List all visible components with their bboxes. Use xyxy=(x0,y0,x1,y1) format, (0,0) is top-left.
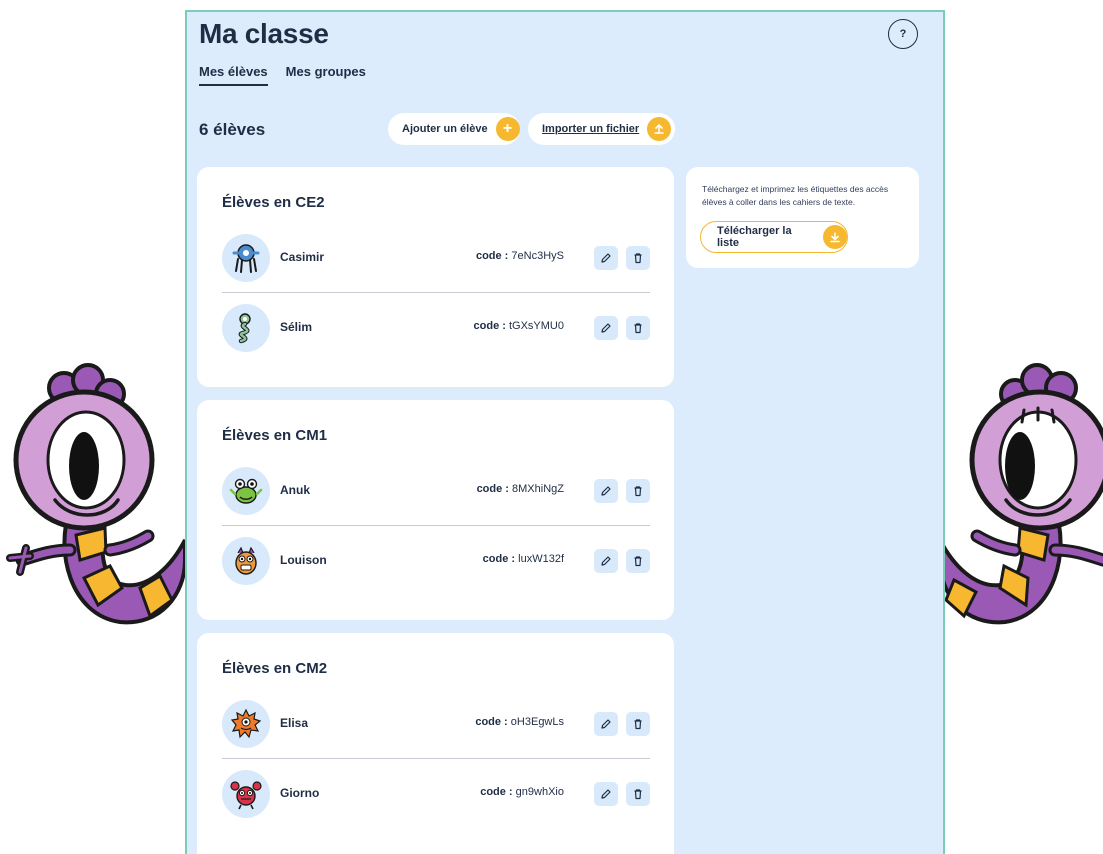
pencil-icon xyxy=(601,253,611,263)
group-title: Élèves en CM1 xyxy=(222,427,328,444)
trash-icon xyxy=(634,789,642,800)
student-code: code : tGXsYMU0 xyxy=(473,320,564,332)
delete-student-button[interactable] xyxy=(626,246,650,270)
edit-student-button[interactable] xyxy=(594,316,618,340)
mascot-left xyxy=(0,360,185,640)
delete-student-button[interactable] xyxy=(626,712,650,736)
pencil-icon xyxy=(601,719,611,729)
student-name: Louison xyxy=(280,553,327,567)
delete-student-button[interactable] xyxy=(626,479,650,503)
download-list-button[interactable]: Télécharger la liste xyxy=(700,221,848,253)
add-student-button[interactable]: Ajouter un élève + xyxy=(388,113,520,145)
pencil-icon xyxy=(601,486,611,496)
download-icon xyxy=(823,225,847,249)
download-instructions: Téléchargez et imprimez les étiquettes d… xyxy=(702,184,889,207)
group-card-cm2: Élèves en CM2 Elisa code : oH3EgwLs Gior… xyxy=(197,633,674,854)
pencil-icon xyxy=(601,556,611,566)
trash-icon xyxy=(634,486,642,497)
red-crab-monster-icon xyxy=(222,770,270,818)
edit-student-button[interactable] xyxy=(594,712,618,736)
blue-monster-icon xyxy=(222,234,270,282)
purple-monster-lashes-icon xyxy=(940,363,1103,625)
student-code: code : luxW132f xyxy=(482,553,564,565)
student-name: Anuk xyxy=(280,483,310,497)
delete-student-button[interactable] xyxy=(626,316,650,340)
student-row: Giorno code : gn9whXio xyxy=(222,761,650,829)
student-count: 6 élèves xyxy=(199,120,266,139)
student-row: Anuk code : 8MXhiNgZ xyxy=(222,458,650,526)
group-card-cm1: Élèves en CM1 Anuk code : 8MXhiNgZ Louis… xyxy=(197,400,674,620)
group-title: Élèves en CE2 xyxy=(222,194,325,211)
trash-icon xyxy=(634,253,642,264)
student-code: code : 7eNc3HyS xyxy=(475,250,564,262)
pencil-icon xyxy=(601,323,611,333)
green-snake-monster-icon xyxy=(222,304,270,352)
group-title: Élèves en CM2 xyxy=(222,660,328,677)
main-panel: Ma classe ? Mes élèves Mes groupes 6 élè… xyxy=(185,10,945,854)
group-card-ce2: Élèves en CE2 Casimir code : 7eNc3HyS Sé… xyxy=(197,167,674,387)
download-list-label: Télécharger la liste xyxy=(717,225,792,249)
student-name: Giorno xyxy=(280,786,320,800)
delete-student-button[interactable] xyxy=(626,549,650,573)
trash-icon xyxy=(634,556,642,567)
page-title: Ma classe xyxy=(199,18,329,49)
student-code: code : gn9whXio xyxy=(480,786,564,798)
import-file-button[interactable]: Importer un fichier xyxy=(528,113,675,145)
upload-icon xyxy=(647,117,672,141)
plus-icon: + xyxy=(495,117,520,141)
student-row: Elisa code : oH3EgwLs xyxy=(222,691,650,759)
edit-student-button[interactable] xyxy=(594,782,618,806)
edit-student-button[interactable] xyxy=(594,246,618,270)
student-name: Casimir xyxy=(280,250,325,264)
student-name: Sélim xyxy=(280,320,313,334)
student-code: code : 8MXhiNgZ xyxy=(476,483,564,495)
student-code: code : oH3EgwLs xyxy=(475,716,564,728)
edit-student-button[interactable] xyxy=(594,549,618,573)
tab-mes-groupes[interactable]: Mes groupes xyxy=(286,64,366,86)
orange-spiky-monster-icon xyxy=(222,700,270,748)
tab-mes-eleves[interactable]: Mes élèves xyxy=(199,64,268,86)
mascot-right xyxy=(940,360,1103,640)
edit-student-button[interactable] xyxy=(594,479,618,503)
tab-bar: Mes élèves Mes groupes xyxy=(199,64,366,86)
student-name: Elisa xyxy=(280,716,309,730)
delete-student-button[interactable] xyxy=(626,782,650,806)
download-labels-card: Téléchargez et imprimez les étiquettes d… xyxy=(686,167,919,268)
trash-icon xyxy=(634,323,642,334)
trash-icon xyxy=(634,719,642,730)
student-row: Louison code : luxW132f xyxy=(222,528,650,596)
student-row: Casimir code : 7eNc3HyS xyxy=(222,225,650,293)
orange-owl-monster-icon xyxy=(222,537,270,585)
help-button[interactable]: ? xyxy=(888,19,918,49)
add-student-label: Ajouter un élève xyxy=(402,123,488,135)
purple-monster-icon xyxy=(6,363,185,625)
import-file-label: Importer un fichier xyxy=(542,123,640,135)
green-frog-monster-icon xyxy=(222,467,270,515)
pencil-icon xyxy=(601,789,611,799)
student-row: Sélim code : tGXsYMU0 xyxy=(222,295,650,363)
